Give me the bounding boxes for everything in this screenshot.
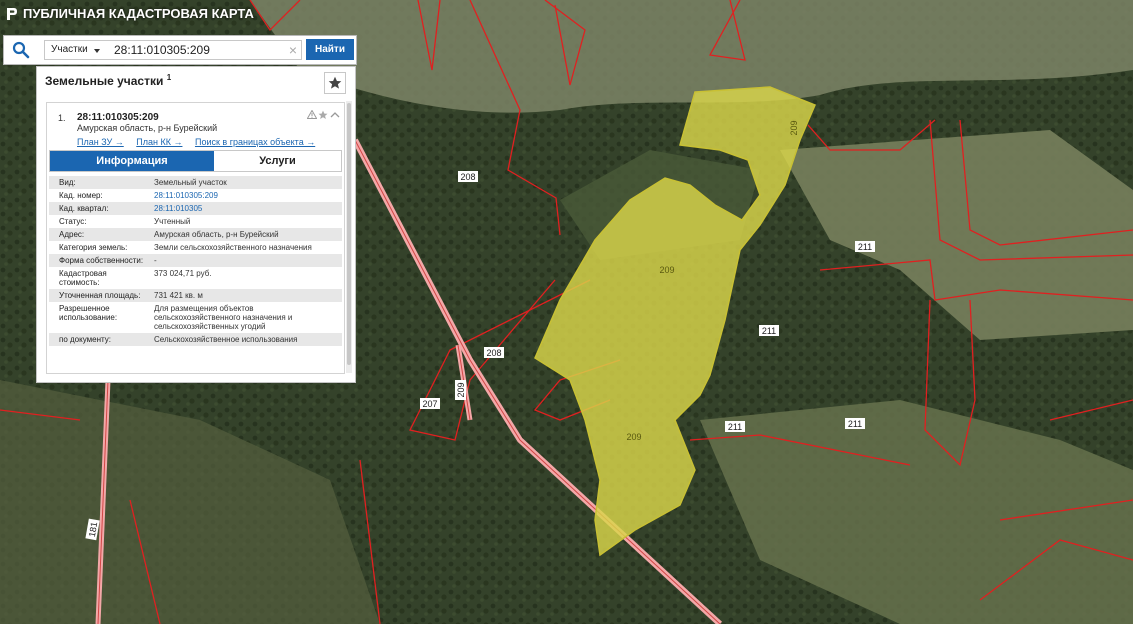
svg-text:211: 211 (762, 326, 776, 336)
attribute-value-link[interactable]: 28:11:010305 (144, 204, 342, 213)
app-title-text: ПУБЛИЧНАЯ КАДАСТРОВАЯ КАРТА (23, 6, 254, 21)
attribute-value: - (154, 256, 157, 265)
attribute-row: Уточненная площадь: 731 421 кв. м (49, 289, 342, 302)
svg-text:208: 208 (460, 172, 475, 182)
results-count: 1 (166, 73, 172, 82)
attribute-row: Категория земель: Земли сельскохозяйствен… (49, 241, 342, 254)
parcel-label: 209 (659, 265, 674, 275)
attribute-key: по документу: (59, 335, 111, 344)
scrollbar-thumb[interactable] (347, 103, 351, 365)
find-button[interactable]: Найти (306, 39, 354, 60)
favorites-button[interactable] (324, 72, 346, 94)
svg-text:211: 211 (848, 419, 862, 429)
star-icon (328, 76, 342, 89)
attribute-row: Адрес: Амурская область, р-н Бурейский (49, 228, 342, 241)
star-icon[interactable] (318, 110, 328, 120)
panel-title-text: Земельные участки (45, 74, 164, 88)
clear-icon[interactable]: × (285, 40, 301, 60)
attribute-key: Форма собственности: (59, 256, 144, 265)
chevron-down-icon (94, 49, 100, 53)
attribute-row: Форма собственности: - (49, 254, 342, 267)
attribute-key: Категория земель: (59, 243, 128, 252)
parcel-links: План ЗУ → План КК → Поиск в границах объ… (77, 137, 325, 147)
attribute-row: Разрешенное использование: Для размещения… (49, 302, 342, 333)
parcel-label: 211 (725, 421, 745, 432)
attribute-value: 731 421 кв. м (154, 291, 203, 300)
svg-text:209: 209 (456, 382, 466, 397)
attribute-value: Земли сельскохозяйственного назначения (154, 243, 312, 252)
search-icon[interactable] (12, 41, 30, 59)
attribute-row: Кад. квартал: 28:11:010305 (49, 202, 342, 215)
item-number: 1. (58, 113, 66, 123)
attribute-value: 373 024,71 руб. (154, 269, 212, 278)
tab-information[interactable]: Информация (50, 151, 214, 171)
plan-kk-link[interactable]: План КК → (136, 137, 182, 147)
app-title: ПУБЛИЧНАЯ КАДАСТРОВАЯ КАРТА (6, 6, 254, 21)
panel-title: Земельные участки 1 (45, 73, 171, 88)
parcel-label: 208 (458, 171, 478, 182)
attribute-key: Кад. номер: (59, 191, 103, 200)
plan-zu-link[interactable]: План ЗУ → (77, 137, 124, 147)
attribute-row: Кад. номер: 28:11:010305:209 (49, 189, 342, 202)
attribute-value: Земельный участок (154, 178, 227, 187)
parcel-label: 209 (789, 120, 799, 135)
chevron-up-icon[interactable] (330, 110, 340, 119)
attribute-key: Статус: (59, 217, 87, 226)
parcel-label: 211 (759, 325, 779, 336)
svg-text:211: 211 (728, 422, 742, 432)
svg-text:209: 209 (789, 120, 799, 135)
object-type-label: Участки (51, 44, 88, 55)
svg-text:207: 207 (422, 399, 437, 409)
attribute-key: Кадастровая стоимость: (59, 269, 107, 287)
attribute-key: Разрешенное использование: (59, 304, 118, 322)
results-panel: Земельные участки 1 1. 28:11:010305:209 … (36, 66, 356, 383)
attribute-key: Адрес: (59, 230, 85, 239)
parcel-label: 211 (845, 418, 865, 429)
attribute-value: Сельскохозяйственное использования (154, 335, 298, 344)
info-tabs: Информация Услуги (49, 150, 342, 172)
attribute-key: Уточненная площадь: (59, 291, 141, 300)
attribute-row: Вид: Земельный участок (49, 176, 342, 189)
attribute-row: по документу: Сельскохозяйственное исполь… (49, 333, 342, 346)
attribute-key: Вид: (59, 178, 76, 187)
parcel-label: 208 (484, 347, 504, 358)
search-input[interactable] (105, 40, 302, 60)
attribute-key: Кад. квартал: (59, 204, 109, 213)
tab-services[interactable]: Услуги (214, 151, 341, 171)
svg-text:211: 211 (858, 242, 872, 252)
attribute-table: Вид: Земельный участок Кад. номер: 28:11:0… (49, 176, 342, 346)
attribute-value: Учтенный (154, 217, 191, 226)
parcel-label: 207 (420, 398, 440, 409)
parcel-label: 209 (626, 432, 641, 442)
pkk-logo-icon (7, 7, 17, 20)
attribute-value: Амурская область, р-н Бурейский (154, 230, 279, 239)
parcel-card: 1. 28:11:010305:209 Амурская область, р-… (46, 102, 345, 374)
attribute-row: Кадастровая стоимость: 373 024,71 руб. (49, 267, 342, 289)
search-bar: Участки × Найти (3, 35, 357, 65)
item-address: Амурская область, р-н Бурейский (77, 123, 218, 133)
object-type-select[interactable]: Участки (44, 40, 106, 60)
svg-text:208: 208 (486, 348, 501, 358)
search-in-bounds-link[interactable]: Поиск в границах объекта → (195, 137, 315, 147)
svg-text:209: 209 (659, 265, 674, 275)
parcel-label: 211 (855, 241, 875, 252)
attribute-value-link[interactable]: 28:11:010305:209 (144, 191, 342, 200)
warning-icon[interactable] (307, 110, 317, 119)
attribute-row: Статус: Учтенный (49, 215, 342, 228)
parcel-label: 209 (455, 380, 466, 400)
item-cad-number[interactable]: 28:11:010305:209 (77, 112, 159, 123)
svg-text:209: 209 (626, 432, 641, 442)
panel-scrollbar[interactable] (346, 101, 352, 373)
attribute-value: Для размещения объектов сельскохозяйстве… (154, 304, 293, 331)
